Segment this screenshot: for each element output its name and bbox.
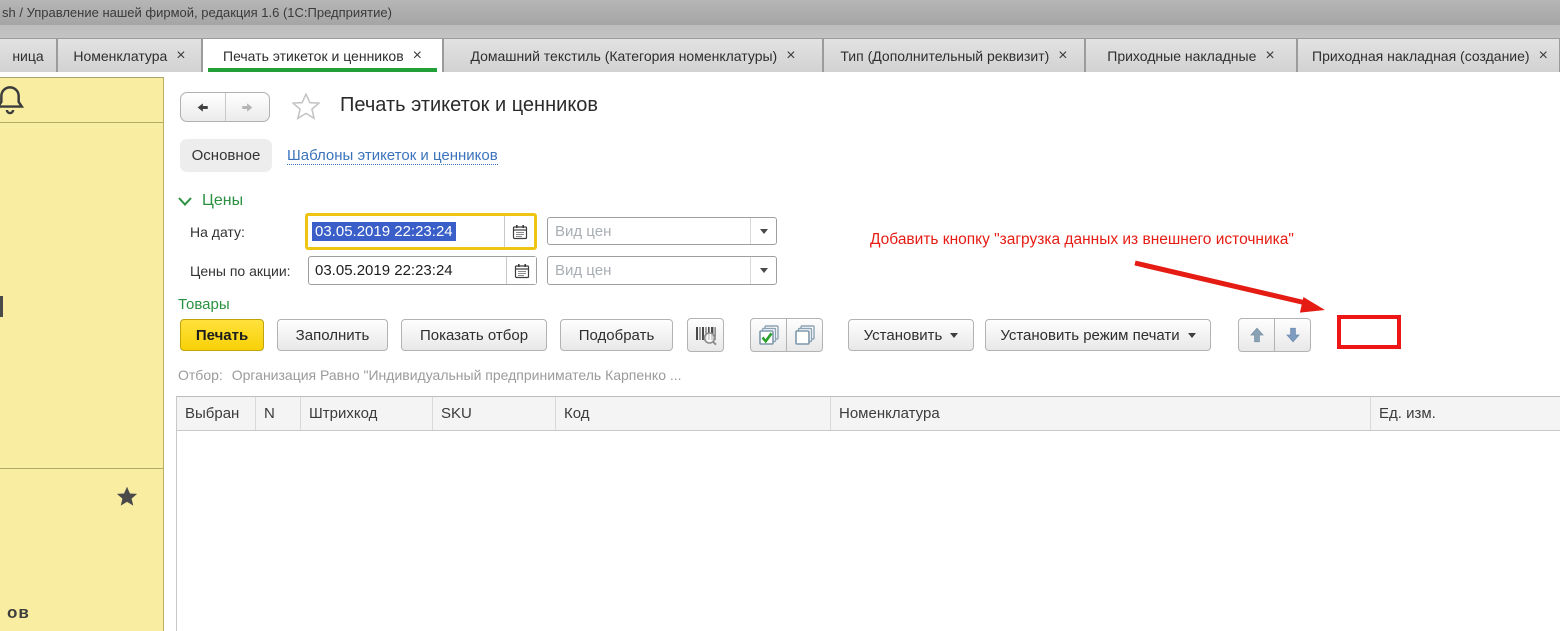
promo-date-input[interactable]: 03.05.2019 22:23:24 (309, 257, 506, 284)
tab-type-attribute[interactable]: Тип (Дополнительный реквизит) × (823, 38, 1085, 72)
prices-section-header[interactable]: Цены (178, 192, 243, 210)
print-button[interactable]: Печать (180, 319, 264, 351)
uncheck-all-icon (793, 323, 817, 347)
price-kind-placeholder: Вид цен (548, 218, 750, 244)
combo-dropdown-button[interactable] (750, 218, 776, 244)
column-header-unit[interactable]: Ед. изм. (1371, 397, 1560, 430)
nav-link-templates[interactable]: Шаблоны этикеток и ценников (287, 147, 498, 165)
sidebar-divider (0, 468, 163, 469)
sidebar-clipped-text (0, 296, 3, 317)
calendar-button[interactable] (506, 257, 536, 284)
price-kind-placeholder: Вид цен (548, 257, 750, 284)
window-title-bar: sh / Управление нашей фирмой, редакция 1… (0, 0, 1560, 25)
back-arrow-icon (194, 100, 211, 115)
calendar-button[interactable] (504, 216, 534, 247)
show-filter-button[interactable]: Показать отбор (401, 319, 547, 351)
favorite-toggle-star-icon[interactable] (292, 93, 320, 120)
date-field-focused: 03.05.2019 22:23:24 (305, 213, 537, 250)
uncheck-all-button[interactable] (786, 318, 823, 352)
sidebar-panel (0, 77, 164, 631)
promo-date-label: Цены по акции: (190, 263, 291, 279)
close-icon[interactable]: × (1058, 48, 1067, 64)
favorites-star-icon[interactable] (116, 486, 138, 507)
fill-button[interactable]: Заполнить (277, 319, 388, 351)
combo-dropdown-button[interactable] (750, 257, 776, 284)
tab-home-textile[interactable]: Домашний текстиль (Категория номенклатур… (443, 38, 823, 72)
table-header-row: Выбран N Штрихкод SKU Код Номенклатура Е… (176, 396, 1560, 431)
promo-date-field: 03.05.2019 22:23:24 (308, 256, 537, 285)
selection-button-group (750, 318, 823, 352)
annotation-text: Добавить кнопку "загрузка данных из внеш… (870, 231, 1294, 249)
column-header-code[interactable]: Код (556, 397, 831, 430)
back-button[interactable] (181, 93, 225, 121)
filter-value: Организация Равно "Индивидуальный предпр… (232, 367, 682, 383)
check-all-button[interactable] (750, 318, 787, 352)
chevron-down-icon (178, 197, 192, 206)
forward-arrow-icon (239, 100, 256, 115)
move-down-button[interactable] (1274, 318, 1311, 352)
dropdown-arrow-icon (1188, 333, 1196, 338)
dropdown-arrow-icon (760, 268, 768, 273)
pick-button[interactable]: Подобрать (560, 319, 673, 351)
tab-print-labels[interactable]: Печать этикеток и ценников × (202, 38, 443, 72)
dropdown-arrow-icon (760, 229, 768, 234)
price-kind-combo[interactable]: Вид цен (547, 217, 777, 245)
tab-start-page[interactable]: ница (0, 38, 57, 72)
annotation-highlight-rect (1337, 315, 1401, 349)
window-title: sh / Управление нашей фирмой, редакция 1… (2, 5, 392, 20)
date-label: На дату: (190, 224, 245, 240)
promo-price-kind-combo[interactable]: Вид цен (547, 256, 777, 285)
date-value-selected: 03.05.2019 22:23:24 (312, 222, 456, 241)
table-body-empty[interactable] (176, 431, 1560, 631)
filter-label: Отбор: (178, 367, 223, 383)
prices-section-title: Цены (202, 192, 243, 210)
column-header-sku[interactable]: SKU (433, 397, 556, 430)
arrow-down-icon (1284, 326, 1302, 344)
barcode-icon (694, 323, 718, 347)
barcode-scan-button[interactable] (687, 318, 724, 352)
column-header-selected[interactable]: Выбран (177, 397, 256, 430)
column-header-nomenclature[interactable]: Номенклатура (831, 397, 1371, 430)
set-dropdown-button[interactable]: Установить (848, 319, 974, 351)
sidebar-divider (0, 122, 163, 123)
tab-incoming-invoice-new[interactable]: Приходная накладная (создание) × (1297, 38, 1560, 72)
tab-incoming-invoices[interactable]: Приходные накладные × (1085, 38, 1297, 72)
annotation-arrow (1120, 255, 1340, 317)
close-icon[interactable]: × (1539, 48, 1548, 64)
page-title: Печать этикеток и ценников (340, 94, 598, 117)
close-icon[interactable]: × (786, 48, 795, 64)
dropdown-arrow-icon (950, 333, 958, 338)
tab-strip: ница Номенклатура × Печать этикеток и це… (0, 25, 1560, 72)
check-all-icon (757, 323, 781, 347)
calendar-icon (512, 224, 528, 240)
notifications-bell-icon[interactable] (0, 84, 29, 118)
calendar-icon (514, 263, 530, 279)
goods-section-title: Товары (178, 296, 230, 313)
move-up-button[interactable] (1238, 318, 1275, 352)
set-print-mode-dropdown-button[interactable]: Установить режим печати (985, 319, 1211, 351)
date-input[interactable]: 03.05.2019 22:23:24 (308, 216, 504, 247)
close-icon[interactable]: × (413, 48, 422, 64)
forward-button[interactable] (225, 93, 270, 121)
close-icon[interactable]: × (176, 48, 185, 64)
history-nav-group (180, 92, 270, 122)
nav-tab-main[interactable]: Основное (180, 139, 272, 172)
close-icon[interactable]: × (1265, 48, 1274, 64)
tab-nomenclature[interactable]: Номенклатура × (57, 38, 202, 72)
move-button-group (1238, 318, 1311, 352)
sidebar-bottom-label: ов (7, 603, 30, 623)
column-header-barcode[interactable]: Штрихкод (301, 397, 433, 430)
arrow-up-icon (1248, 326, 1266, 344)
filter-summary: Отбор: Организация Равно "Индивидуальный… (178, 367, 687, 383)
column-header-n[interactable]: N (256, 397, 301, 430)
